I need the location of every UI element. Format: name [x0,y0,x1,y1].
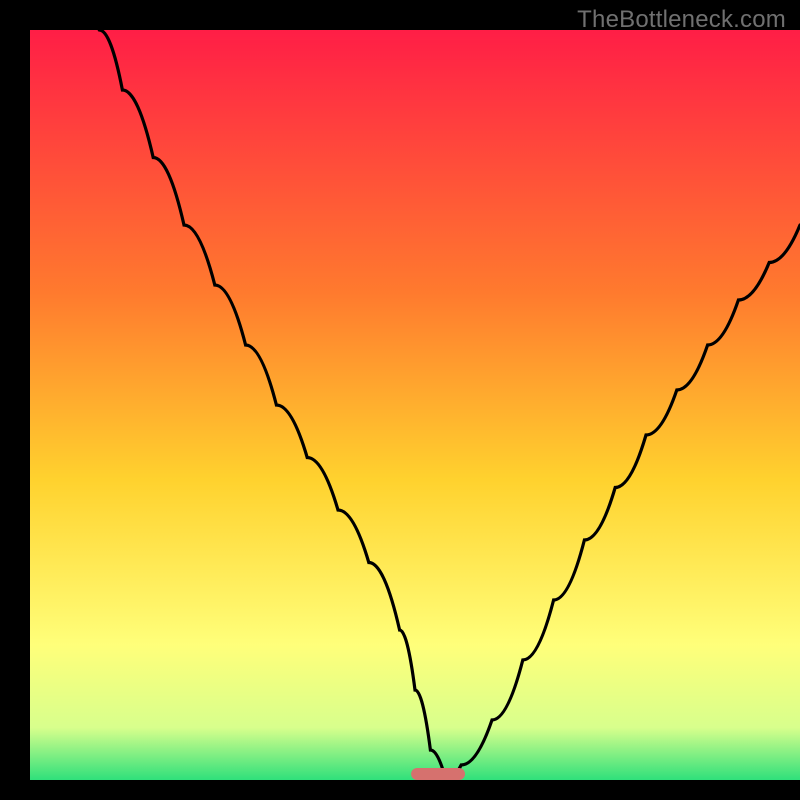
watermark-label: TheBottleneck.com [577,6,786,34]
chart-frame: TheBottleneck.com [0,0,800,800]
optimum-marker [411,768,465,780]
plot-background [30,30,800,780]
bottleneck-plot [0,0,800,800]
